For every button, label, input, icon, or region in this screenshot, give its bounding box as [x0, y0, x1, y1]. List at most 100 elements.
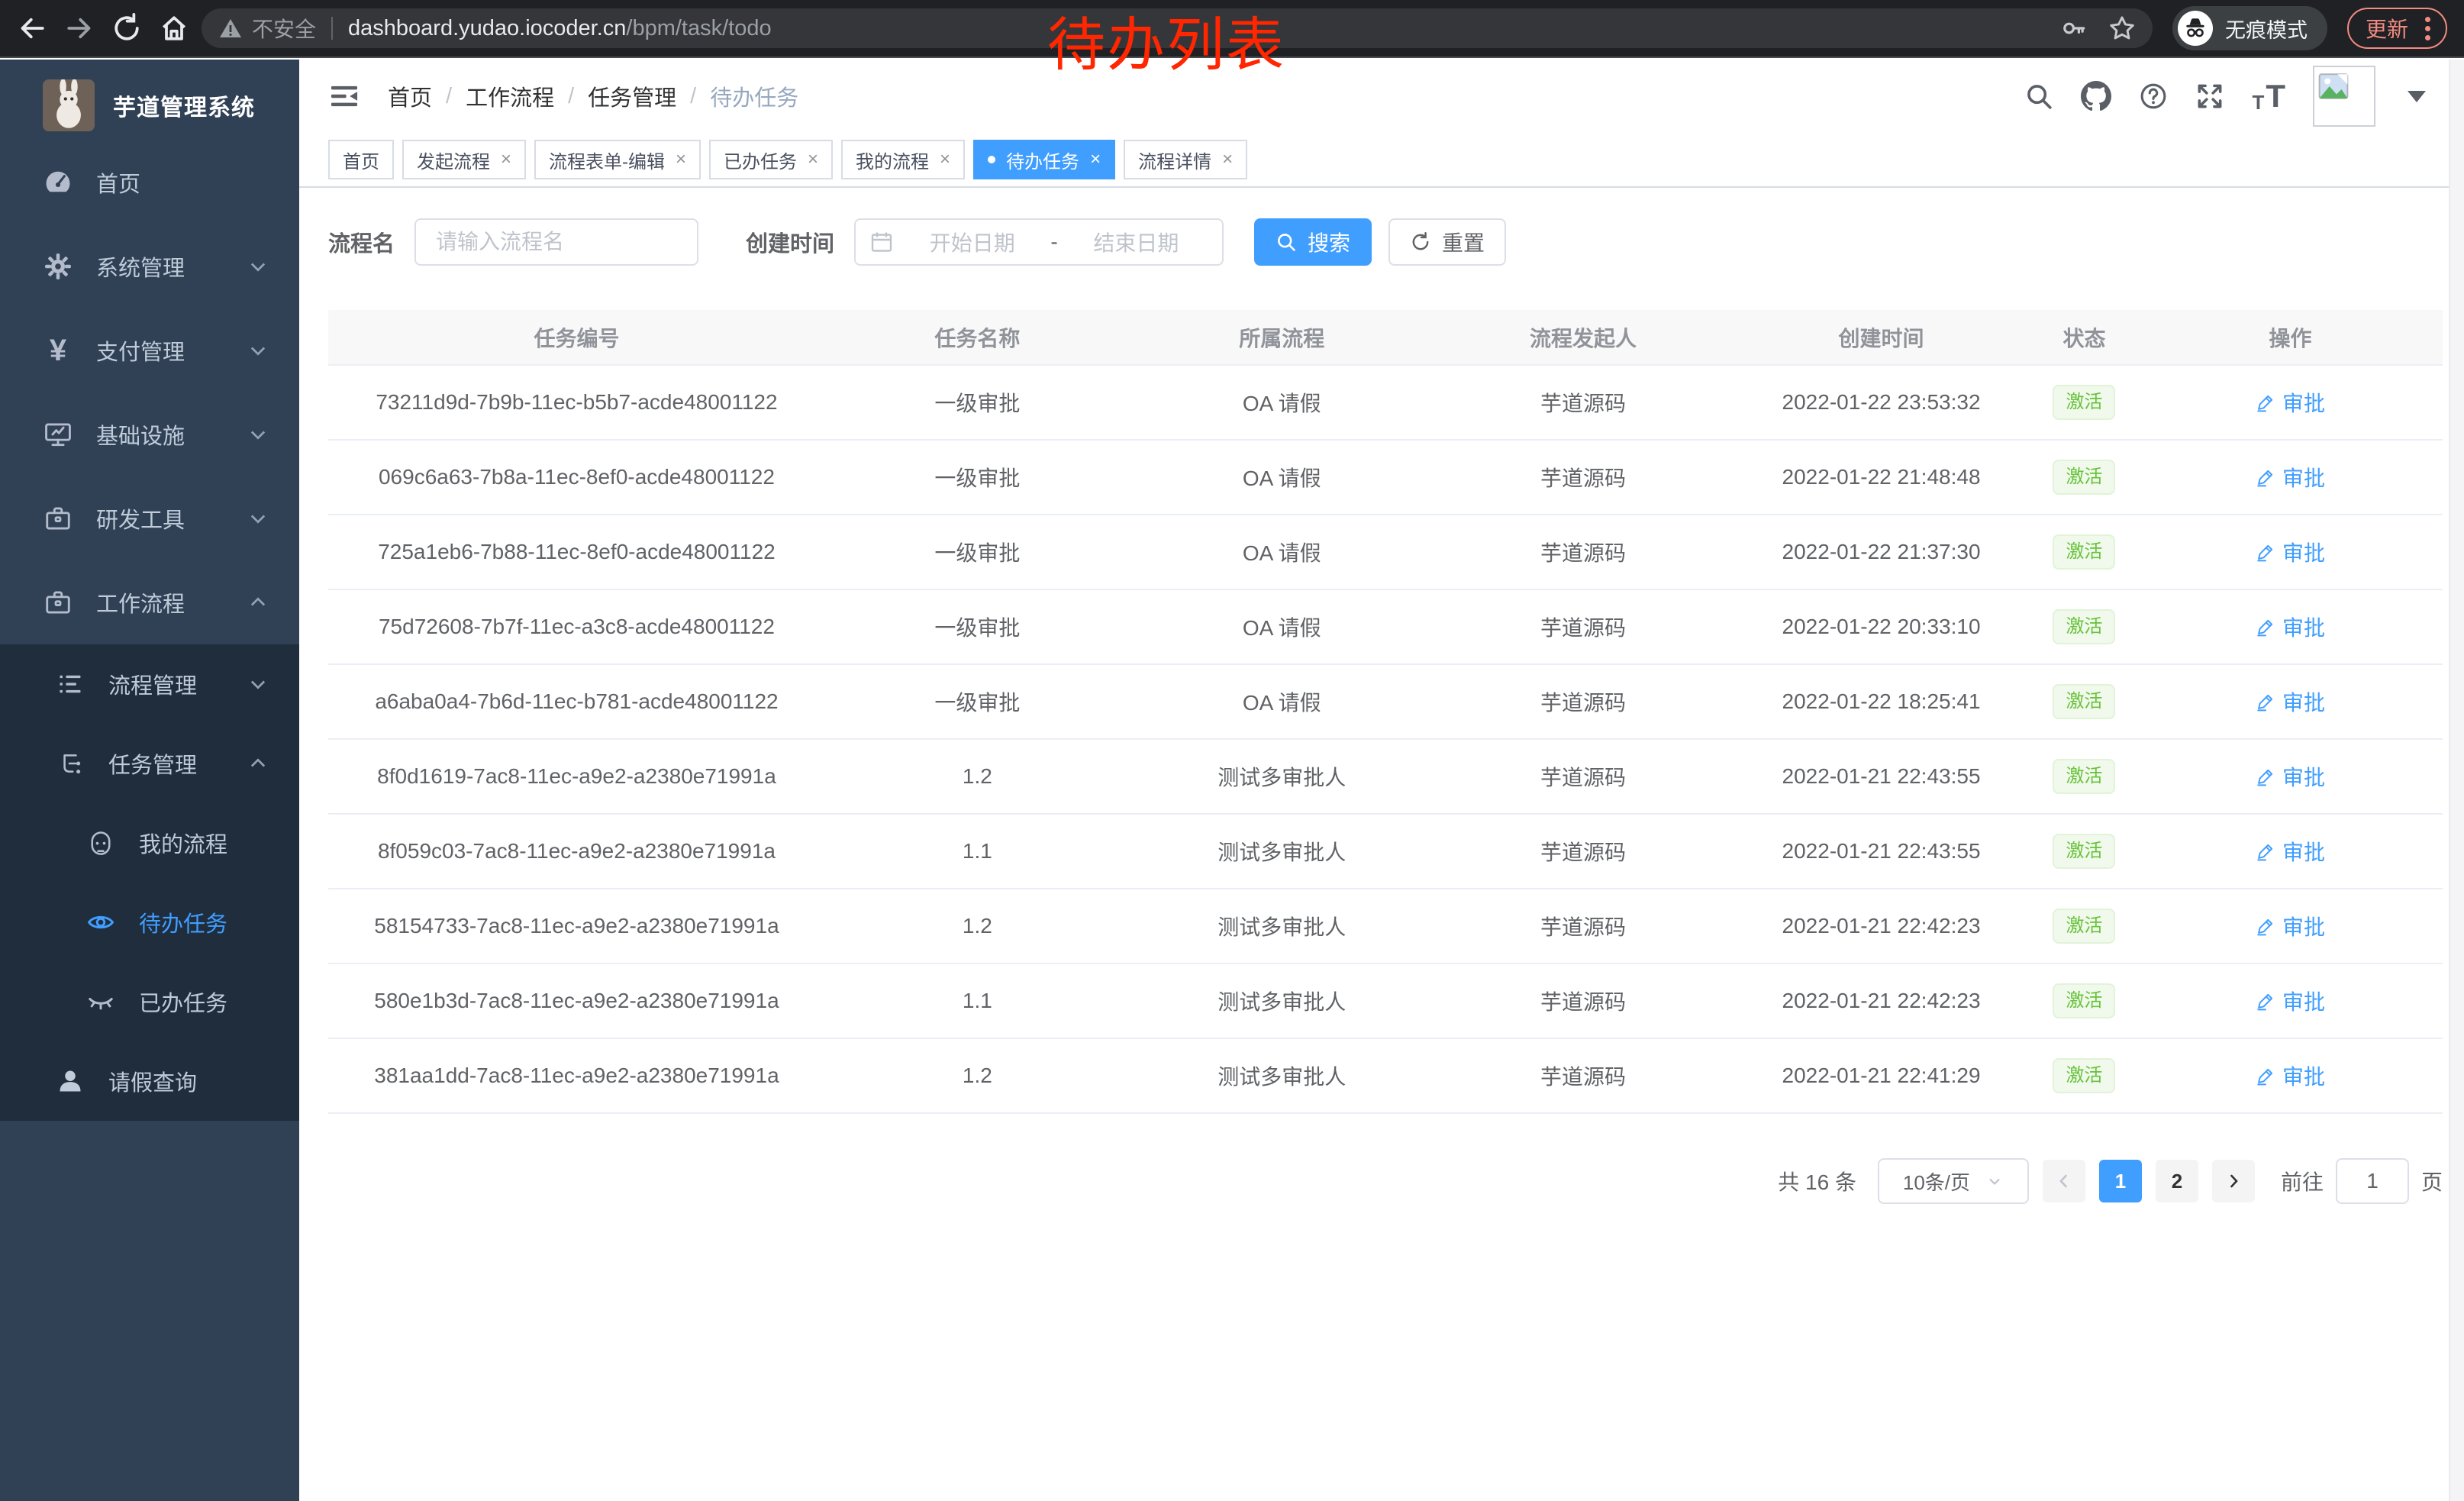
- sidebar: 芋道管理系统 首页 系统管理 ¥: [0, 60, 299, 1501]
- cell-process: 测试多审批人: [1130, 964, 1434, 1038]
- browser-forward-icon[interactable]: [60, 8, 99, 48]
- search-icon[interactable]: [2024, 82, 2053, 111]
- sidebar-item-dev-tools[interactable]: 研发工具: [0, 476, 299, 560]
- page-content: 流程名 创建时间 开始日期 - 结束日期: [299, 188, 2464, 1235]
- tab-process-form-edit[interactable]: 流程表单-编辑 ×: [534, 140, 701, 179]
- incognito-icon: [2178, 11, 2213, 46]
- github-icon[interactable]: [2081, 81, 2111, 111]
- goto-page-input[interactable]: [2336, 1158, 2409, 1204]
- prev-page-button[interactable]: [2043, 1160, 2085, 1202]
- col-created: 创建时间: [1732, 310, 2030, 365]
- update-label[interactable]: 更新: [2366, 13, 2408, 44]
- bookmark-star-icon[interactable]: [2108, 15, 2136, 42]
- navbar-actions: TT: [2024, 66, 2426, 127]
- sidebar-item-process-management[interactable]: 流程管理: [0, 644, 299, 724]
- font-size-icon[interactable]: TT: [2252, 80, 2285, 112]
- tab-process-detail[interactable]: 流程详情 ×: [1124, 140, 1247, 179]
- search-button[interactable]: 搜索: [1254, 218, 1372, 266]
- browser-update-button[interactable]: 更新: [2347, 8, 2447, 49]
- overlay-annotation: 待办列表: [1047, 11, 1285, 80]
- not-secure-label[interactable]: 不安全: [252, 13, 316, 44]
- process-name-input[interactable]: [414, 218, 698, 266]
- close-icon[interactable]: ×: [808, 150, 818, 169]
- tab-start-process[interactable]: 发起流程 ×: [402, 140, 526, 179]
- search-icon: [1276, 231, 1297, 253]
- sidebar-item-home[interactable]: 首页: [0, 140, 299, 224]
- date-range-picker[interactable]: 开始日期 - 结束日期: [854, 218, 1224, 266]
- sidebar-item-leave-query[interactable]: 请假查询: [0, 1041, 299, 1121]
- sidebar-item-system[interactable]: 系统管理: [0, 224, 299, 308]
- approve-button[interactable]: 审批: [2256, 1060, 2325, 1091]
- reset-button[interactable]: 重置: [1388, 218, 1506, 266]
- approve-button[interactable]: 审批: [2256, 612, 2325, 642]
- tab-done-tasks[interactable]: 已办任务 ×: [709, 140, 833, 179]
- caret-down-icon[interactable]: [2408, 91, 2426, 102]
- close-icon[interactable]: ×: [676, 150, 686, 169]
- sidebar-item-done-tasks[interactable]: 已办任务: [0, 962, 299, 1041]
- approve-button[interactable]: 审批: [2256, 761, 2325, 792]
- approve-button[interactable]: 审批: [2256, 836, 2325, 867]
- sidebar-item-my-processes[interactable]: 我的流程: [0, 803, 299, 883]
- browser-home-icon[interactable]: [154, 8, 194, 48]
- cell-initiator: 芋道源码: [1434, 964, 1733, 1038]
- cell-created: 2022-01-22 18:25:41: [1732, 664, 2030, 739]
- cell-task-name: 一级审批: [825, 365, 1130, 440]
- cell-initiator: 芋道源码: [1434, 440, 1733, 515]
- approve-button[interactable]: 审批: [2256, 911, 2325, 941]
- end-date-placeholder[interactable]: 结束日期: [1064, 227, 1208, 257]
- cell-created: 2022-01-22 21:48:48: [1732, 440, 2030, 515]
- approve-button[interactable]: 审批: [2256, 986, 2325, 1016]
- cell-created: 2022-01-21 22:41:29: [1732, 1038, 2030, 1113]
- next-page-button[interactable]: [2212, 1160, 2255, 1202]
- breadcrumb-workflow[interactable]: 工作流程: [466, 80, 554, 112]
- cell-process: OA 请假: [1130, 589, 1434, 664]
- tab-my-processes[interactable]: 我的流程 ×: [841, 140, 965, 179]
- avatar[interactable]: [2313, 66, 2375, 127]
- browser-back-icon[interactable]: [12, 8, 52, 48]
- start-date-placeholder[interactable]: 开始日期: [900, 227, 1044, 257]
- sidebar-item-payment[interactable]: ¥ 支付管理: [0, 308, 299, 392]
- breadcrumb-task-management[interactable]: 任务管理: [588, 80, 676, 112]
- tab-label: 流程详情: [1138, 147, 1211, 173]
- approve-button[interactable]: 审批: [2256, 537, 2325, 567]
- incognito-label: 无痕模式: [2225, 14, 2308, 44]
- approve-button[interactable]: 审批: [2256, 686, 2325, 717]
- help-icon[interactable]: [2139, 82, 2168, 111]
- status-badge: 激活: [2053, 909, 2115, 944]
- col-process: 所属流程: [1130, 310, 1434, 365]
- sidebar-item-todo-tasks[interactable]: 待办任务: [0, 883, 299, 962]
- sidebar-item-workflow[interactable]: 工作流程: [0, 560, 299, 644]
- cell-initiator: 芋道源码: [1434, 814, 1733, 889]
- breadcrumb-home[interactable]: 首页: [388, 80, 432, 112]
- app-logo[interactable]: 芋道管理系统: [0, 60, 299, 136]
- close-icon[interactable]: ×: [1222, 150, 1233, 169]
- workflow-submenu: 流程管理 任务管理 我的流程: [0, 644, 299, 1121]
- fullscreen-icon[interactable]: [2195, 82, 2224, 111]
- browser-menu-icon[interactable]: [2420, 17, 2435, 40]
- close-icon[interactable]: ×: [501, 150, 511, 169]
- status-badge: 激活: [2053, 385, 2115, 420]
- sidebar-collapse-icon[interactable]: [328, 80, 360, 112]
- browser-reload-icon[interactable]: [107, 8, 147, 48]
- page-size-select[interactable]: 10条/页: [1878, 1158, 2029, 1204]
- scrollbar[interactable]: [2449, 60, 2464, 1501]
- cell-process: 测试多审批人: [1130, 889, 1434, 964]
- close-icon[interactable]: ×: [1090, 150, 1101, 169]
- approve-button[interactable]: 审批: [2256, 462, 2325, 492]
- url-host[interactable]: dashboard.yudao.iocoder.cn: [348, 16, 626, 40]
- page-button-1[interactable]: 1: [2099, 1160, 2142, 1202]
- cell-created: 2022-01-21 22:43:55: [1732, 739, 2030, 814]
- tab-todo-tasks[interactable]: 待办任务 ×: [973, 140, 1115, 179]
- cell-task-id: 381aa1dd-7ac8-11ec-a9e2-a2380e71991a: [328, 1038, 825, 1113]
- tab-home[interactable]: 首页: [328, 140, 394, 179]
- sidebar-item-task-management[interactable]: 任务管理: [0, 724, 299, 803]
- page-button-2[interactable]: 2: [2156, 1160, 2198, 1202]
- close-icon[interactable]: ×: [940, 150, 950, 169]
- url-path: /bpm/task/todo: [626, 16, 771, 40]
- approve-button[interactable]: 审批: [2256, 387, 2325, 418]
- sidebar-item-infrastructure[interactable]: 基础设施: [0, 392, 299, 476]
- tree-icon: [55, 750, 85, 776]
- password-key-icon[interactable]: [2061, 15, 2087, 41]
- sidebar-item-label: 已办任务: [139, 986, 227, 1018]
- cell-task-id: 8f059c03-7ac8-11ec-a9e2-a2380e71991a: [328, 814, 825, 889]
